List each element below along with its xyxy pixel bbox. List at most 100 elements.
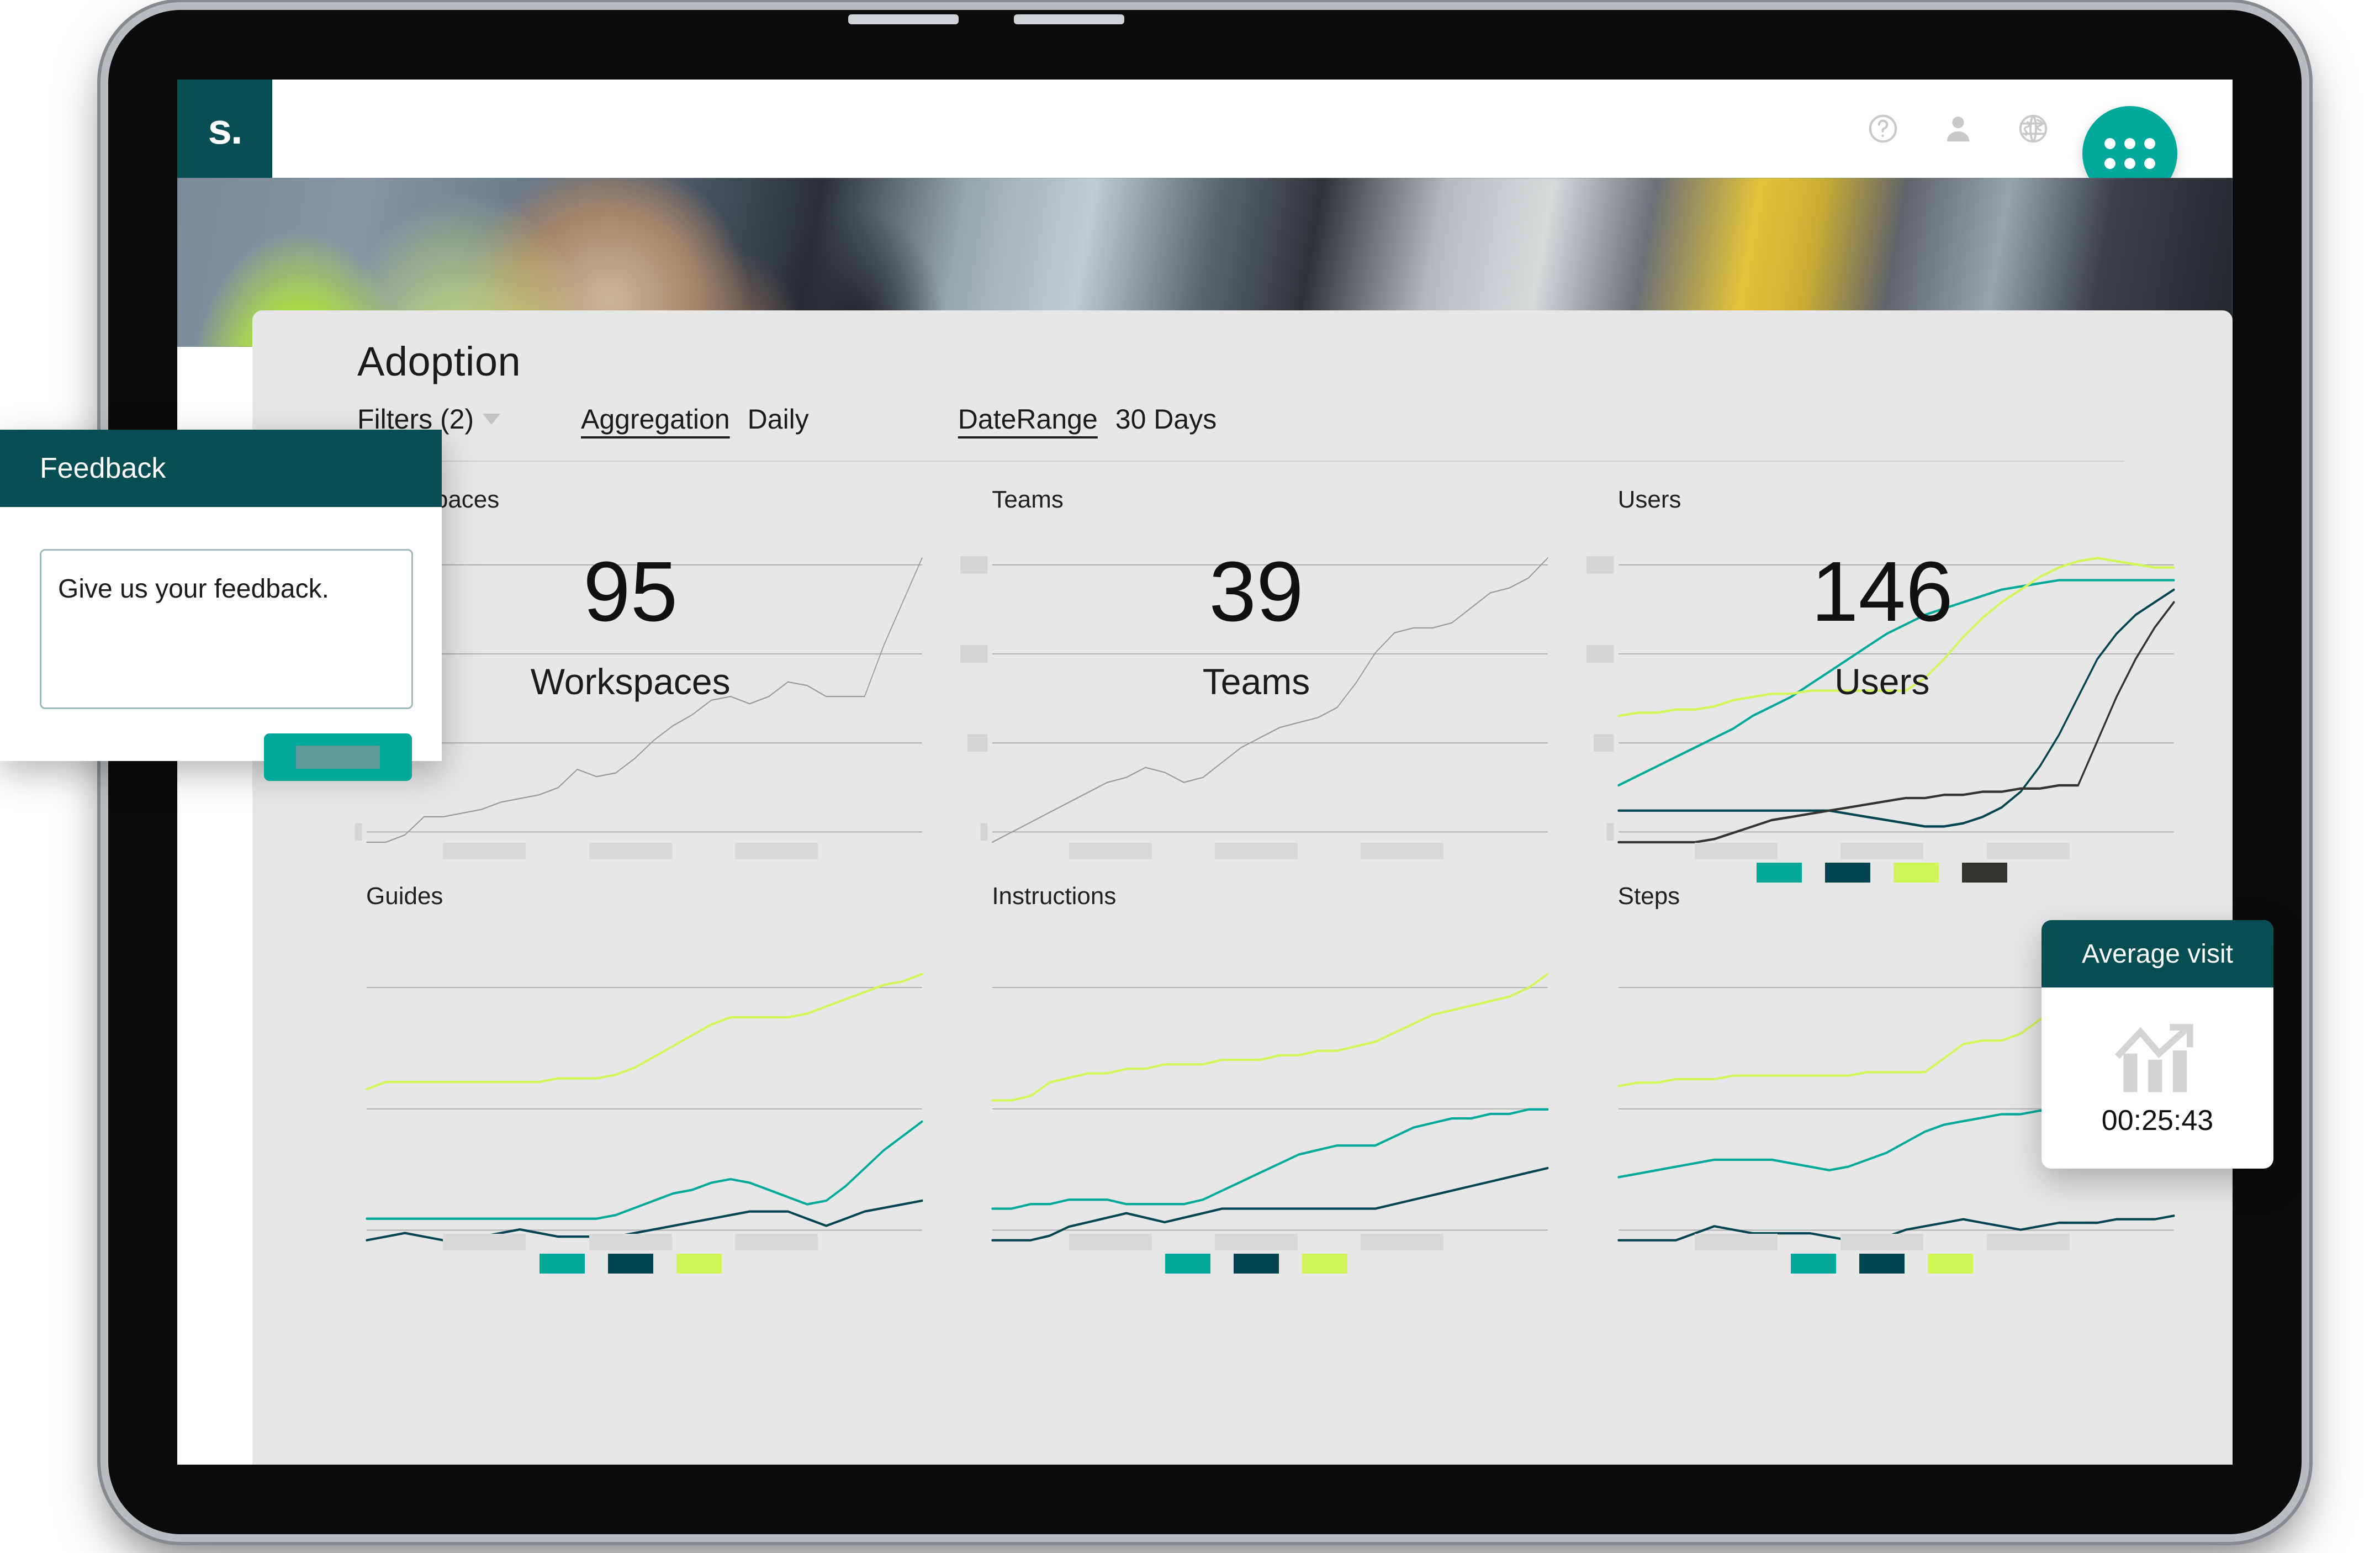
chart-legend [1586, 1254, 2178, 1274]
x-axis-label-placeholders [960, 843, 1552, 859]
axis-label-placeholder [1840, 1234, 1924, 1250]
feedback-popover: Feedback [0, 430, 442, 781]
metric-card-grid: Workspaces95WorkspacesTeams39TeamsUsers1… [334, 486, 2178, 1274]
chevron-down-icon [483, 414, 501, 425]
chart-series-line [991, 1166, 1549, 1242]
chart-series-line [992, 557, 1548, 843]
axis-label-placeholder [960, 556, 988, 574]
legend-swatch[interactable] [1791, 1254, 1837, 1274]
axis-label-placeholder [1593, 734, 1614, 752]
feedback-input[interactable] [40, 549, 413, 709]
axis-label-placeholder [1069, 843, 1152, 859]
app-grid-icon [2104, 138, 2155, 169]
axis-label-placeholder [1586, 645, 1614, 663]
card-title: Users [1617, 486, 1681, 513]
bar-chart-up-arrow-icon [2111, 1020, 2204, 1100]
axis-label-placeholder [1606, 823, 1614, 841]
x-axis-label-placeholders [334, 1234, 927, 1250]
tablet-screen: s. Adoption Filters (2) Aggregation Dail… [177, 80, 2233, 1465]
card-title: Steps [1617, 883, 1680, 910]
axis-label-placeholder [967, 734, 988, 752]
aggregation-label: Aggregation [581, 404, 730, 435]
axis-label-placeholder [355, 823, 362, 841]
card-title: Guides [366, 883, 443, 910]
axis-label-placeholder [1694, 1234, 1778, 1250]
chart-plot: 146 Users [1586, 517, 2178, 859]
legend-swatch[interactable] [1165, 1254, 1210, 1274]
metric-card: Instructions [960, 883, 1552, 1274]
axis-label-placeholder [1361, 1234, 1444, 1250]
app-topbar: s. [177, 80, 2233, 201]
chart-plot [334, 913, 927, 1250]
legend-swatch[interactable] [1233, 1254, 1279, 1274]
legend-swatch[interactable] [539, 1254, 585, 1274]
feedback-submit-button[interactable] [264, 733, 412, 781]
legend-swatch[interactable] [1825, 863, 1871, 883]
axis-label-placeholder [589, 843, 672, 859]
chart-plot [960, 913, 1552, 1250]
axis-label-placeholder [735, 843, 818, 859]
metric-card: Users 146 Users [1586, 486, 2178, 883]
axis-label-placeholder [1214, 843, 1298, 859]
chart-series-line [991, 1108, 1549, 1210]
volume-button[interactable] [1014, 14, 1124, 24]
axis-label-placeholder [1214, 1234, 1298, 1250]
legend-swatch[interactable] [1859, 1254, 1905, 1274]
average-visit-header: Average visit [2041, 920, 2273, 987]
chart-series-line [991, 973, 1549, 1102]
axis-label-placeholder [960, 645, 988, 663]
daterange-value: 30 Days [1115, 404, 1217, 435]
page-title: Adoption [357, 339, 521, 384]
axis-label-placeholder [443, 843, 526, 859]
legend-swatch[interactable] [1302, 1254, 1347, 1274]
axis-label-placeholder [1586, 556, 1614, 574]
x-axis-label-placeholders [1586, 843, 2178, 859]
chart-legend [960, 1254, 1552, 1274]
power-button[interactable] [848, 14, 959, 24]
chart-legend [1586, 863, 2178, 883]
axis-label-placeholder [1840, 843, 1924, 859]
globe-icon[interactable] [2016, 112, 2050, 146]
help-icon[interactable] [1866, 112, 1900, 146]
legend-swatch[interactable] [1894, 863, 1939, 883]
axis-label-placeholder [1986, 1234, 2070, 1250]
chart-series-line [1617, 557, 2175, 717]
axis-label-placeholder [1694, 843, 1778, 859]
average-visit-popover: Average visit 00:25:43 [2041, 920, 2273, 1169]
axis-label-placeholder [1361, 843, 1444, 859]
feedback-body [0, 507, 442, 781]
card-title: Workspaces [366, 486, 927, 514]
average-visit-title: Average visit [2082, 939, 2233, 969]
brand-logo[interactable]: s. [177, 80, 272, 178]
daterange-control[interactable]: DateRange 30 Days [958, 403, 1217, 435]
aggregation-value: Daily [747, 404, 809, 435]
chart-legend [334, 1254, 927, 1274]
feedback-title: Feedback [40, 452, 166, 484]
dashboard-panel: Adoption Filters (2) Aggregation Daily D… [252, 310, 2233, 1465]
x-axis-label-placeholders [1586, 1234, 2178, 1250]
legend-swatch[interactable] [1757, 863, 1802, 883]
user-icon[interactable] [1941, 112, 1975, 146]
axis-label-placeholder [1986, 843, 2070, 859]
aggregation-control[interactable]: Aggregation Daily [581, 403, 809, 435]
average-visit-value: 00:25:43 [2101, 1104, 2214, 1137]
legend-swatch[interactable] [676, 1254, 722, 1274]
axis-label-placeholder [980, 823, 988, 841]
chart-series-line [366, 557, 923, 843]
axis-label-placeholder [1069, 1234, 1152, 1250]
axis-label-placeholder [735, 1234, 818, 1250]
feedback-submit-label-placeholder [296, 746, 380, 769]
legend-swatch[interactable] [1928, 1254, 1974, 1274]
axis-label-placeholder [443, 1234, 526, 1250]
topbar-actions [1866, 112, 2050, 146]
legend-swatch[interactable] [1962, 863, 2008, 883]
metric-card: Guides [334, 883, 927, 1274]
toolbar-divider [357, 461, 2124, 462]
feedback-header: Feedback [0, 430, 442, 507]
axis-label-placeholder [589, 1234, 672, 1250]
chart-plot: 39 Teams [960, 517, 1552, 859]
chart-series-line [366, 973, 923, 1091]
daterange-label: DateRange [958, 404, 1098, 435]
legend-swatch[interactable] [607, 1254, 653, 1274]
card-title: Instructions [992, 883, 1117, 910]
